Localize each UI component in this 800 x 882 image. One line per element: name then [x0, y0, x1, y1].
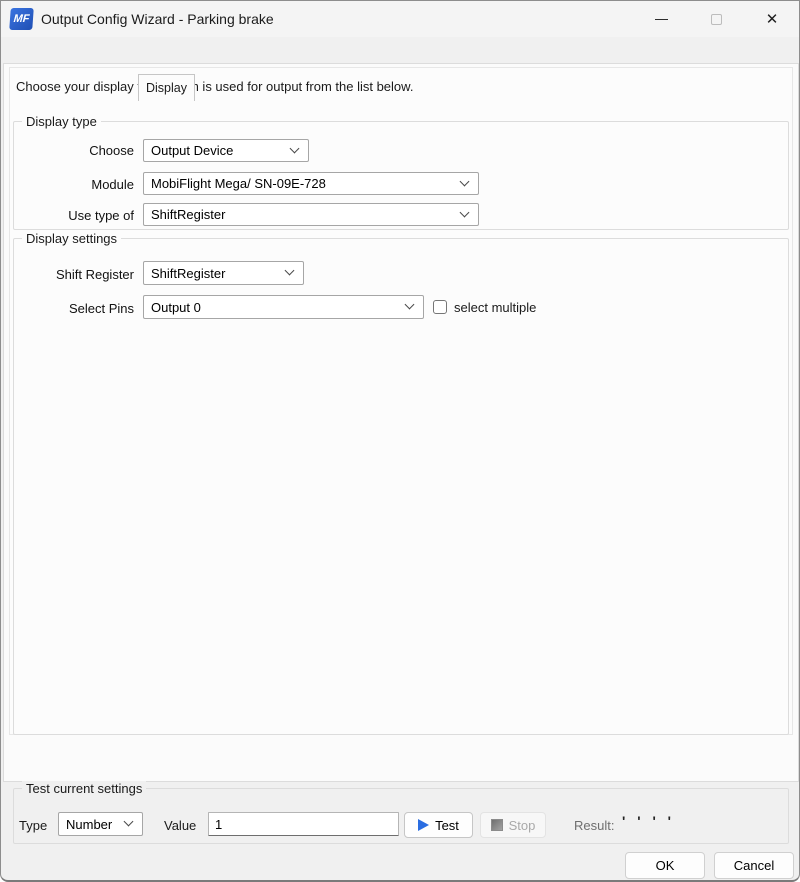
stop-icon: [491, 819, 503, 831]
chevron-down-icon: [460, 207, 470, 217]
use-type-dropdown[interactable]: ShiftRegister: [143, 203, 479, 226]
close-icon: ✕: [766, 12, 779, 27]
chevron-down-icon: [290, 143, 300, 153]
instruction-text: Choose your display type which is used f…: [16, 79, 413, 94]
module-dropdown[interactable]: MobiFlight Mega/ SN-09E-728: [143, 172, 479, 195]
tab-display[interactable]: Display: [138, 74, 195, 101]
test-type-dropdown-value: Number: [66, 817, 112, 832]
close-button[interactable]: ✕: [749, 1, 795, 37]
play-icon: [418, 819, 429, 831]
output-config-wizard-window: MF Output Config Wizard - Parking brake …: [0, 0, 800, 882]
result-label: Result:: [574, 818, 614, 833]
select-pins-dropdown-value: Output 0: [151, 300, 201, 315]
stop-button-label: Stop: [509, 818, 536, 833]
chevron-down-icon: [460, 176, 470, 186]
test-value-input[interactable]: [208, 812, 399, 836]
select-pins-dropdown[interactable]: Output 0: [143, 295, 424, 319]
module-dropdown-value: MobiFlight Mega/ SN-09E-728: [151, 176, 326, 191]
test-type-label: Type: [19, 818, 47, 833]
stop-button[interactable]: Stop: [480, 812, 546, 838]
select-multiple-checkbox[interactable]: [433, 300, 447, 314]
mobiflight-logo-icon: MF: [9, 8, 34, 30]
choose-dropdown[interactable]: Output Device: [143, 139, 309, 162]
maximize-button[interactable]: [693, 1, 739, 37]
display-type-legend: Display type: [22, 114, 101, 129]
choose-dropdown-value: Output Device: [151, 143, 233, 158]
minimize-button[interactable]: [638, 1, 684, 37]
cancel-button[interactable]: Cancel: [714, 852, 794, 879]
test-button-label: Test: [435, 818, 459, 833]
maximize-icon: [711, 14, 722, 25]
ok-button[interactable]: OK: [625, 852, 705, 879]
chevron-down-icon: [405, 300, 415, 310]
shift-register-label: Shift Register: [1, 267, 134, 282]
choose-label: Choose: [1, 143, 134, 158]
test-button[interactable]: Test: [404, 812, 473, 838]
chevron-down-icon: [285, 266, 295, 276]
use-type-dropdown-value: ShiftRegister: [151, 207, 225, 222]
use-type-label: Use type of: [1, 208, 134, 223]
titlebar: MF Output Config Wizard - Parking brake …: [1, 1, 799, 37]
shift-register-dropdown-value: ShiftRegister: [151, 266, 225, 281]
module-label: Module: [1, 177, 134, 192]
select-multiple-label: select multiple: [454, 300, 536, 315]
select-pins-label: Select Pins: [1, 301, 134, 316]
shift-register-dropdown[interactable]: ShiftRegister: [143, 261, 304, 285]
minimize-icon: [655, 19, 668, 20]
window-title: Output Config Wizard - Parking brake: [41, 1, 274, 37]
test-value-label: Value: [164, 818, 196, 833]
chevron-down-icon: [124, 817, 134, 827]
test-type-dropdown[interactable]: Number: [58, 812, 143, 836]
test-settings-legend: Test current settings: [22, 781, 146, 796]
result-value: ' ' ' ': [622, 813, 675, 829]
tab-strip: Sim Variable Modify Display Precondition: [1, 37, 799, 64]
display-settings-legend: Display settings: [22, 231, 121, 246]
